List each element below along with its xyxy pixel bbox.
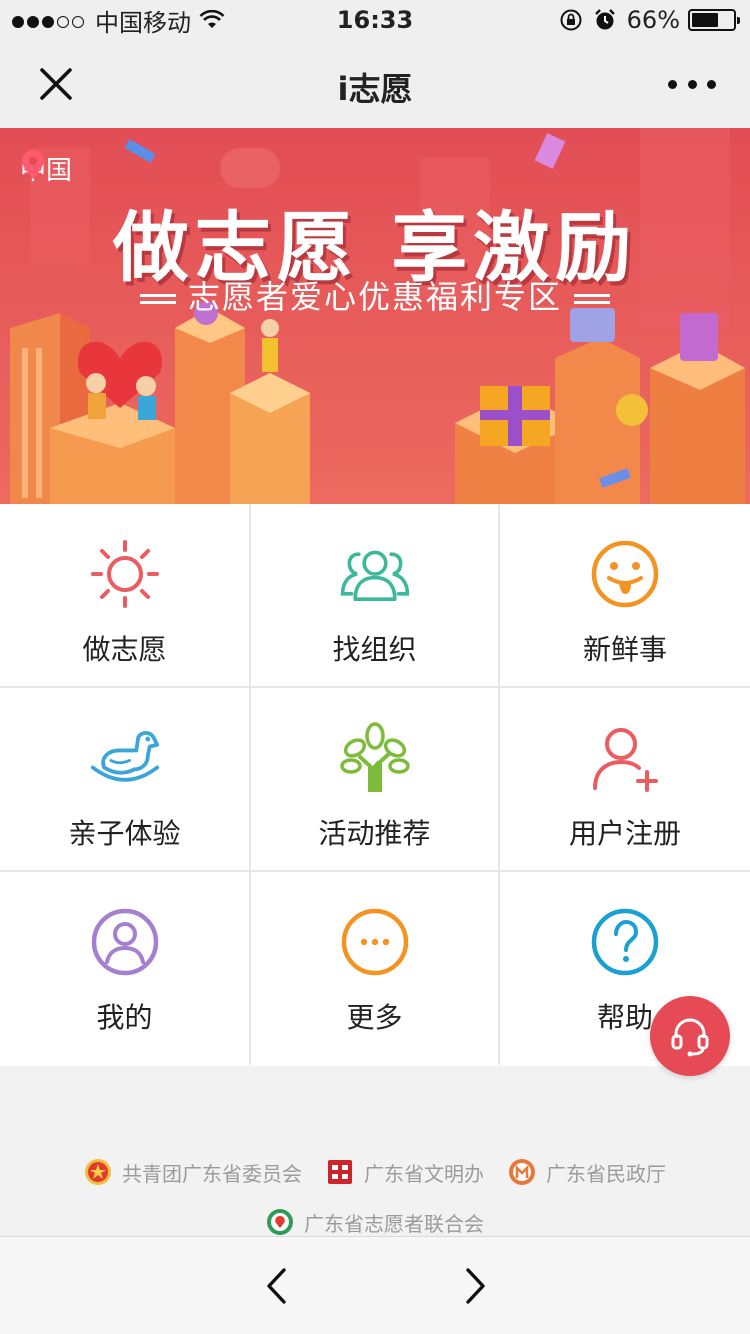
civil-affairs-logo <box>509 1159 535 1185</box>
grid-item-organization[interactable]: 找组织 <box>251 504 498 686</box>
grid-label: 做志愿 <box>82 633 167 666</box>
grid-item-recommend[interactable]: 活动推荐 <box>251 688 498 870</box>
add-user-icon <box>593 728 658 792</box>
sponsor-item: 共青团广东省委员会 <box>84 1158 302 1187</box>
grid-label: 帮助 <box>596 1001 653 1034</box>
promo-banner[interactable]: 中国 做志愿 享激励 志愿者爱心优惠福利专区 <box>0 128 750 504</box>
grid-label: 更多 <box>346 1001 403 1034</box>
banner-subtitle-text: 志愿者爱心优惠福利专区 <box>187 278 562 316</box>
grid-item-register[interactable]: 用户注册 <box>500 688 750 870</box>
sponsor-name: 广东省文明办 <box>364 1161 484 1186</box>
grid-label: 亲子体验 <box>68 817 181 850</box>
sponsor-item: 广东省文明办 <box>326 1158 484 1187</box>
battery-level <box>692 13 719 27</box>
location-selector[interactable]: 中国 <box>20 150 72 187</box>
profile-icon <box>91 908 158 976</box>
nav-bar: i志愿 <box>0 40 750 128</box>
alarm-icon <box>594 9 615 30</box>
feature-grid: 做志愿 找组织 新鲜事 亲子体验 活动推荐 用户注册 我的 更多 帮助 <box>0 504 750 1066</box>
youth-league-logo <box>85 1159 111 1185</box>
sponsor-row: 共青团广东省委员会 广东省文明办 广东省民政厅 <box>0 1150 750 1194</box>
grid-item-family[interactable]: 亲子体验 <box>0 688 249 870</box>
smiley-icon <box>591 540 659 608</box>
rocking-horse-icon <box>90 731 159 782</box>
grid-label: 找组织 <box>332 633 417 666</box>
grid-label: 用户注册 <box>568 817 681 850</box>
customer-service-button[interactable] <box>650 996 730 1076</box>
headset-icon <box>671 1018 709 1057</box>
browser-toolbar <box>0 1236 750 1334</box>
page-title: i志愿 <box>337 70 413 108</box>
grid-item-news[interactable]: 新鲜事 <box>500 504 750 686</box>
civilization-office-logo <box>328 1160 352 1184</box>
more-icon <box>341 908 408 976</box>
more-menu-icon[interactable] <box>668 70 716 98</box>
grid-label: 新鲜事 <box>582 633 667 666</box>
sponsor-name: 广东省民政厅 <box>546 1161 666 1186</box>
back-arrow-icon[interactable] <box>262 1267 292 1305</box>
status-bar: 中国移动 16:33 66% <box>0 0 750 40</box>
map-pin-icon <box>22 150 44 179</box>
forward-arrow-icon[interactable] <box>460 1267 490 1305</box>
grid-label: 我的 <box>96 1001 153 1034</box>
grid-item-more[interactable]: 更多 <box>251 872 498 1066</box>
battery-icon <box>688 9 740 31</box>
grid-item-volunteer[interactable]: 做志愿 <box>0 504 249 686</box>
sun-icon <box>90 540 159 608</box>
banner-subtitle: 志愿者爱心优惠福利专区 <box>0 272 750 318</box>
sponsor-name: 广东省志愿者联合会 <box>304 1211 484 1236</box>
grid-item-mine[interactable]: 我的 <box>0 872 249 1066</box>
volunteer-federation-logo <box>267 1209 293 1235</box>
group-icon <box>340 550 409 601</box>
battery-percent: 66% <box>626 6 680 34</box>
help-icon <box>591 908 659 976</box>
sponsor-item: 广东省志愿者联合会 <box>266 1208 484 1237</box>
rotation-lock-icon <box>560 9 582 31</box>
sponsor-item: 广东省民政厅 <box>508 1158 666 1187</box>
grid-label: 活动推荐 <box>318 817 431 850</box>
status-right: 66% <box>559 6 740 34</box>
tree-icon <box>339 722 410 792</box>
sponsor-footer: 共青团广东省委员会 广东省文明办 广东省民政厅 广东省志愿者联合会 <box>0 1150 750 1244</box>
sponsor-name: 共青团广东省委员会 <box>122 1161 302 1186</box>
